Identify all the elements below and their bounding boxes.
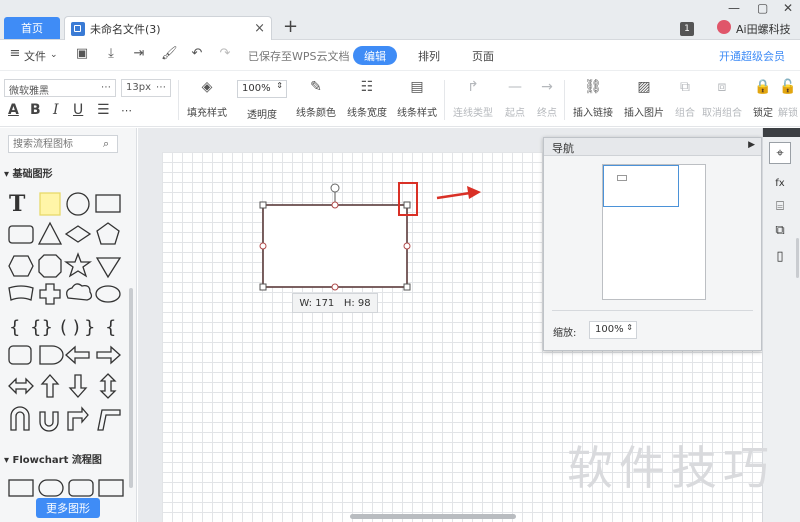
navigator-shape-preview	[617, 175, 627, 181]
resize-handle-top-right[interactable]	[403, 201, 411, 209]
zoom-input[interactable]: 100% ⇕	[589, 321, 637, 339]
connection-point-bottom[interactable]	[331, 283, 339, 291]
page-settings-icon[interactable]: ⌸	[769, 195, 791, 217]
navigator-panel: 导航 ▶ 缩放: 100% ⇕	[543, 137, 762, 351]
navigator-viewport[interactable]	[603, 165, 679, 207]
connection-point-left[interactable]	[259, 242, 267, 250]
navigator-title: 导航	[552, 142, 574, 155]
document-page-icon[interactable]: ▯	[769, 245, 791, 267]
connection-point-top[interactable]	[331, 201, 339, 209]
resize-handle-top-left[interactable]	[259, 201, 267, 209]
zoom-label: 缩放:	[553, 328, 577, 339]
resize-handle-bottom-left[interactable]	[259, 283, 267, 291]
resize-handle-bottom-right[interactable]	[403, 283, 411, 291]
navigator-crosshair-icon[interactable]: ⌖	[769, 142, 791, 164]
size-tooltip: W: 171 H: 98	[292, 293, 378, 313]
rotate-handle[interactable]	[330, 183, 340, 193]
watermark: 软件技巧	[567, 441, 775, 495]
rail-header	[763, 128, 800, 137]
annotation-arrow-head	[467, 186, 481, 199]
connection-point-right[interactable]	[403, 242, 411, 250]
zoom-value: 100%	[595, 324, 624, 335]
layers-icon[interactable]: ⧉	[769, 219, 791, 241]
stepper-icon[interactable]: ⇕	[626, 323, 633, 332]
divider	[552, 310, 753, 311]
selected-rectangle-shape[interactable]	[262, 204, 408, 288]
collapse-arrow-icon[interactable]: ▶	[748, 140, 755, 150]
navigator-preview[interactable]	[602, 164, 706, 300]
size-tooltip-label: W: 171 H: 98	[299, 297, 371, 309]
navigator-header[interactable]: 导航 ▶	[544, 138, 761, 156]
formula-icon[interactable]: fx	[769, 172, 791, 194]
annotation-arrow-line	[436, 191, 471, 200]
right-rail-scrollbar[interactable]	[796, 238, 799, 278]
